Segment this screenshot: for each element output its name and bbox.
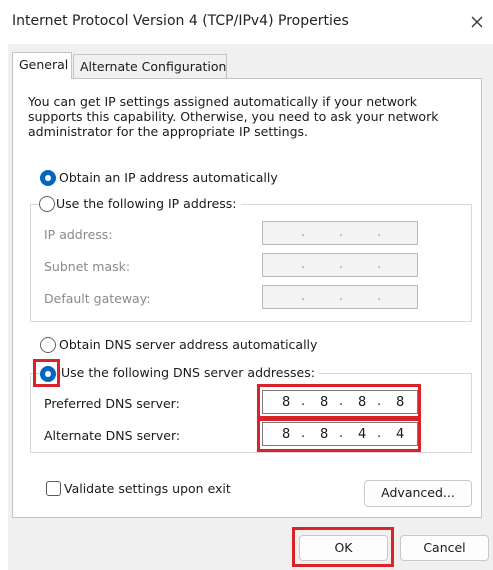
description-text: You can get IP settings assigned automat… [28,94,439,139]
dns-auto-radio[interactable] [40,337,56,353]
dns-manual-label: Use the following DNS server addresses: [61,365,319,380]
close-icon[interactable] [466,11,488,33]
window-title: Internet Protocol Version 4 (TCP/IPv4) P… [12,13,349,29]
subnet-mask-label: Subnet mask: [44,259,131,274]
ip-auto-radio[interactable] [40,170,56,186]
tab-general-label: General [19,57,69,72]
alternate-dns-label: Alternate DNS server: [44,428,181,443]
dns-manual-radio-highlight [33,359,60,387]
ip-manual-label: Use the following IP address: [56,196,241,211]
preferred-dns-highlight [257,384,421,419]
ip-address-field: ... [262,221,418,245]
dns-auto-label: Obtain DNS server address automatically [59,337,318,352]
ip-manual-radio[interactable] [39,196,55,212]
alternate-dns-highlight [257,418,421,452]
validate-label: Validate settings upon exit [64,481,231,496]
subnet-mask-field: ... [262,253,418,277]
ok-button-highlight [292,527,394,567]
tab-general[interactable]: General [12,52,72,79]
background-edge [0,44,8,570]
cancel-button[interactable]: Cancel [400,535,489,561]
default-gateway-field: ... [262,285,418,309]
validate-checkbox[interactable] [46,481,61,496]
tab-alternate-configuration-label: Alternate Configuration [80,59,227,74]
tab-alternate-configuration[interactable]: Alternate Configuration [73,54,227,78]
preferred-dns-label: Preferred DNS server: [44,396,180,411]
advanced-button[interactable]: Advanced... [364,480,472,507]
ip-address-label: IP address: [44,227,113,242]
default-gateway-label: Default gateway: [44,291,151,306]
ip-auto-label: Obtain an IP address automatically [59,170,278,185]
